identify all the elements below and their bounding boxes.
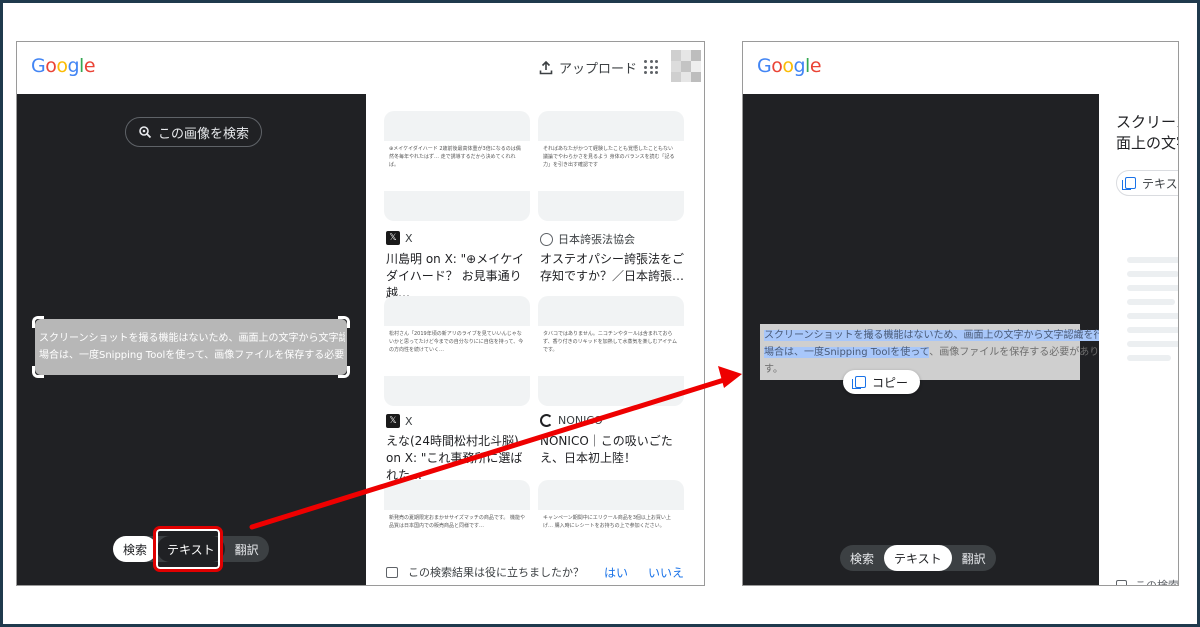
result-thumbnail[interactable]: ⊕メイケイダイハード 2歳前後最高体重が3倍になるのは偶然冬毎年やれたはず… 走… bbox=[384, 111, 530, 221]
side-panel-text-button-label: テキス bbox=[1142, 176, 1178, 191]
selected-text-area[interactable]: スクリーンショットを撮る機能はないため、画面上の文字から文字認識を行う 場合は、… bbox=[760, 324, 1114, 380]
logo-letter: g bbox=[793, 55, 806, 77]
google-logo[interactable]: Google bbox=[31, 55, 96, 77]
selected-text-line-2[interactable]: 場合は、一度Snipping Toolを使って、画像ファイルを保存する必要があり… bbox=[764, 344, 1109, 361]
x-logo-icon: 𝕏 bbox=[386, 414, 400, 428]
result-source-label: 日本誇張法協会 bbox=[558, 233, 635, 246]
result-title[interactable]: えな(24時間松村北斗脳) on X: "これ事務所に選ばれた… bbox=[386, 433, 532, 484]
mode-translate-tab[interactable]: 翻訳 bbox=[225, 536, 269, 562]
search-this-image-button[interactable]: この画像を検索 bbox=[125, 117, 263, 147]
result-thumbnail[interactable]: タバコではありません。ニコチンやタールは含まれておらず、香り付きのリキッドを加熱… bbox=[538, 296, 684, 406]
result-source-label: X bbox=[405, 231, 413, 245]
selected-text-line-3[interactable]: す。 bbox=[764, 361, 783, 378]
result-snippet: そればあなたがかつて経験したことも覚悟したこともない 議論でやわらかさを見るよう… bbox=[538, 141, 684, 191]
result-title[interactable]: 川島明 on X: "⊕メイケイダイハード？ お見事通り越… bbox=[386, 251, 532, 302]
copy-icon bbox=[1122, 177, 1136, 190]
google-lens-window-before: Google アップロード この画像を検索 スクリーンショットを撮る機能はないた… bbox=[16, 41, 705, 586]
logo-letter: o bbox=[771, 55, 783, 77]
google-logo[interactable]: Google bbox=[757, 55, 822, 77]
feedback-icon bbox=[1116, 580, 1127, 585]
logo-letter: g bbox=[67, 55, 80, 77]
feedback-no-link[interactable]: いいえ bbox=[648, 564, 684, 581]
globe-icon bbox=[540, 232, 553, 246]
result-source[interactable]: 日本誇張法協会 bbox=[540, 231, 635, 247]
mode-search-tab[interactable]: 検索 bbox=[113, 536, 158, 562]
result-snippet: 松村さん「2019年頃の新アリのライブを見ていいんじゃないかと思ってたけど今まで… bbox=[384, 326, 530, 376]
logo-letter: o bbox=[45, 55, 57, 77]
logo-letter: o bbox=[782, 55, 794, 77]
nonico-logo-icon bbox=[540, 414, 553, 427]
side-panel-title: スクリーン 面上の文字 bbox=[1116, 113, 1178, 152]
mode-translate-tab[interactable]: 翻訳 bbox=[952, 545, 996, 571]
top-bar: Google アップロード bbox=[17, 42, 704, 94]
upload-icon bbox=[539, 60, 553, 74]
result-source[interactable]: 𝕏 X bbox=[386, 231, 413, 245]
crop-handle-bottom-left[interactable] bbox=[32, 366, 44, 378]
logo-letter: e bbox=[83, 55, 96, 77]
logo-letter: G bbox=[31, 55, 46, 77]
result-snippet: 新発売の夏期限定おまかせサイズマッチの商品です。 機能や品質は日本国内での販売商… bbox=[384, 510, 530, 560]
feedback-yes-link[interactable]: はい bbox=[604, 564, 628, 581]
top-bar: Google bbox=[743, 42, 1178, 94]
lens-search-icon bbox=[139, 126, 152, 139]
result-source[interactable]: NONICO bbox=[540, 414, 603, 427]
selection-area[interactable]: スクリーンショットを撮る機能はないため、画面上の文字から文字認識を行う 場合は、… bbox=[32, 316, 350, 378]
logo-letter: o bbox=[56, 55, 68, 77]
upload-button[interactable]: アップロード bbox=[539, 58, 637, 77]
side-panel-placeholder-lines bbox=[1127, 257, 1178, 369]
result-thumbnail[interactable]: そればあなたがかつて経験したことも覚悟したこともない 議論でやわらかさを見るよう… bbox=[538, 111, 684, 221]
x-logo-icon: 𝕏 bbox=[386, 231, 400, 245]
feedback-icon bbox=[386, 566, 398, 578]
result-source-label: NONICO bbox=[558, 414, 603, 427]
side-panel-feedback: この検索 bbox=[1116, 577, 1179, 586]
upload-label: アップロード bbox=[559, 62, 638, 77]
result-source[interactable]: 𝕏 X bbox=[386, 414, 413, 428]
feedback-bar: この検索結果は役に立ちましたか？ はい いいえ bbox=[366, 557, 704, 585]
logo-letter: G bbox=[757, 55, 772, 77]
mode-switcher: 検索 テキスト 翻訳 bbox=[840, 545, 996, 571]
result-title[interactable]: NONICO｜この吸いごたえ、日本初上陸！ bbox=[540, 433, 686, 467]
apps-grid-icon[interactable] bbox=[644, 60, 658, 74]
side-panel-feedback-text: この検索 bbox=[1135, 579, 1179, 586]
selected-text-line-1: スクリーンショットを撮る機能はないため、画面上の文字から文字認識を行う bbox=[39, 333, 345, 344]
crop-handle-top-right[interactable] bbox=[338, 316, 350, 328]
avatar[interactable] bbox=[671, 50, 701, 82]
copy-label: コピー bbox=[872, 375, 909, 390]
selected-text-line-2: 場合は、一度Snipping Toolを使って、画像ファイルを保存する必要があり… bbox=[39, 350, 345, 361]
result-thumbnail[interactable]: 松村さん「2019年頃の新アリのライブを見ていいんじゃないかと思ってたけど今まで… bbox=[384, 296, 530, 406]
logo-letter: e bbox=[809, 55, 822, 77]
result-snippet: キャンペーン期間中にエリクール商品を3個以上お買い上げ… 購入時にレシートをお持… bbox=[538, 510, 684, 560]
selected-text-line-1[interactable]: スクリーンショットを撮る機能はないため、画面上の文字から文字認識を行う bbox=[764, 327, 1114, 344]
mode-text-tab[interactable]: テキスト bbox=[884, 545, 952, 571]
google-lens-window-after: Google スクリーンショットを撮る機能はないため、画面上の文字から文字認識を… bbox=[742, 41, 1179, 586]
copy-text-button[interactable]: コピー bbox=[843, 370, 921, 394]
image-viewer: スクリーンショットを撮る機能はないため、画面上の文字から文字認識を行う 場合は、… bbox=[743, 94, 1114, 585]
result-snippet: タバコではありません。ニコチンやタールは含まれておらず、香り付きのリキッドを加熱… bbox=[538, 326, 684, 376]
visual-matches-results: ⊕メイケイダイハード 2歳前後最高体重が3倍になるのは偶然冬毎年やれたはず… 走… bbox=[366, 94, 704, 585]
mode-search-tab[interactable]: 検索 bbox=[840, 545, 884, 571]
text-results-side-panel: スクリーン 面上の文字 テキス この検索 bbox=[1099, 94, 1179, 586]
image-viewer: この画像を検索 スクリーンショットを撮る機能はないため、画面上の文字から文字認識… bbox=[17, 94, 366, 585]
feedback-question: この検索結果は役に立ちましたか？ bbox=[408, 566, 584, 579]
result-title[interactable]: オステオパシー誇張法をご存知ですか？／日本誇張… bbox=[540, 251, 686, 285]
search-this-image-label: この画像を検索 bbox=[158, 126, 250, 142]
crop-handle-bottom-right[interactable] bbox=[338, 366, 350, 378]
result-source-label: X bbox=[405, 414, 413, 428]
text-tab-highlight-annotation bbox=[153, 526, 223, 572]
copy-icon bbox=[852, 376, 866, 389]
result-snippet: ⊕メイケイダイハード 2歳前後最高体重が3倍になるのは偶然冬毎年やれたはず… 走… bbox=[384, 141, 530, 191]
crop-handle-top-left[interactable] bbox=[32, 316, 44, 328]
selected-image-text: スクリーンショットを撮る機能はないため、画面上の文字から文字認識を行う 場合は、… bbox=[39, 330, 345, 364]
side-panel-text-button[interactable]: テキス bbox=[1116, 170, 1178, 196]
